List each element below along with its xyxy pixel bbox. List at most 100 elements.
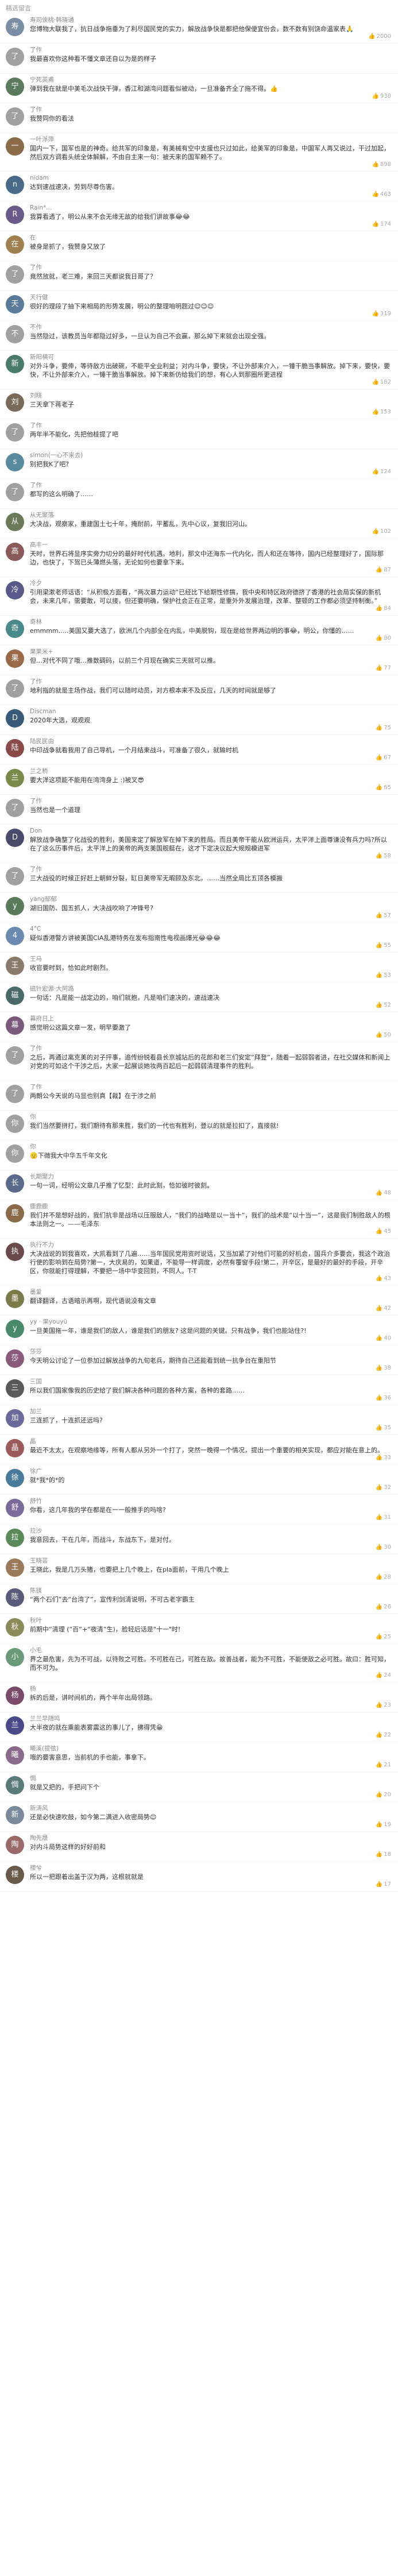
- like-button[interactable]: 👍 26: [376, 1604, 391, 1610]
- avatar[interactable]: y: [6, 897, 24, 915]
- like-button[interactable]: 👍 52: [376, 1002, 391, 1008]
- comment-username[interactable]: 王马: [30, 956, 392, 963]
- avatar[interactable]: 曦: [6, 1746, 24, 1765]
- comment-username[interactable]: 了作: [30, 798, 392, 805]
- avatar[interactable]: 了: [6, 1046, 24, 1065]
- avatar[interactable]: 三: [6, 1379, 24, 1398]
- comment-username[interactable]: 小毛: [30, 1647, 392, 1654]
- like-button[interactable]: 👍 21: [376, 1762, 391, 1768]
- avatar[interactable]: 小: [6, 1648, 24, 1666]
- comment-username[interactable]: 新涛风: [30, 1805, 392, 1812]
- like-button[interactable]: 👍 938: [372, 93, 391, 99]
- avatar[interactable]: 拉: [6, 1529, 24, 1547]
- avatar[interactable]: 陆: [6, 739, 24, 757]
- like-button[interactable]: 👍 463: [372, 191, 391, 198]
- like-button[interactable]: 👍 182: [372, 379, 391, 385]
- avatar[interactable]: 秋: [6, 1618, 24, 1637]
- comment-username[interactable]: Rain*...: [30, 204, 392, 212]
- comment-username[interactable]: 加兰: [30, 1408, 392, 1415]
- comment-username[interactable]: 了作: [30, 47, 392, 54]
- like-button[interactable]: 👍 55: [376, 942, 391, 949]
- avatar[interactable]: 在: [6, 235, 24, 254]
- avatar[interactable]: 加: [6, 1409, 24, 1428]
- avatar[interactable]: 楼: [6, 1866, 24, 1884]
- avatar[interactable]: 兰: [6, 769, 24, 787]
- comment-username[interactable]: 莎莎: [30, 1348, 392, 1356]
- like-button[interactable]: 👍 31: [376, 1514, 391, 1521]
- avatar[interactable]: 执: [6, 1243, 24, 1261]
- avatar[interactable]: 了: [6, 483, 24, 501]
- comment-username[interactable]: 墨爱: [30, 1289, 392, 1296]
- like-button[interactable]: 👍 58: [376, 853, 391, 859]
- like-button[interactable]: 👍 36: [376, 1395, 391, 1401]
- like-button[interactable]: 👍 319: [372, 311, 391, 317]
- avatar[interactable]: 惆: [6, 1776, 24, 1794]
- comment-username[interactable]: 你: [30, 1143, 392, 1151]
- like-button[interactable]: 👍 57: [376, 912, 391, 919]
- comment-username[interactable]: Don: [30, 827, 392, 835]
- comment-username[interactable]: 了作: [30, 264, 392, 272]
- comment-username[interactable]: 寿司侠桃·韩晓通: [30, 17, 392, 24]
- avatar[interactable]: 天: [6, 295, 24, 314]
- comment-username[interactable]: nidam: [30, 175, 392, 182]
- avatar[interactable]: 了: [6, 265, 24, 284]
- avatar[interactable]: 兰: [6, 1716, 24, 1735]
- avatar[interactable]: 寿: [6, 18, 24, 36]
- like-button[interactable]: 👍 153: [372, 409, 391, 415]
- like-button[interactable]: 👍 40: [376, 1335, 391, 1341]
- comment-username[interactable]: 兰之桥: [30, 768, 392, 775]
- avatar[interactable]: 陶: [6, 1836, 24, 1854]
- comment-username[interactable]: 陈镁: [30, 1587, 392, 1595]
- comment-username[interactable]: 幕府日上: [30, 1015, 392, 1023]
- like-button[interactable]: 👍 23: [376, 1702, 391, 1708]
- comment-username[interactable]: yang郁郁: [30, 896, 392, 903]
- comment-username[interactable]: 晶: [30, 1438, 392, 1445]
- like-button[interactable]: 👍 17: [376, 1881, 391, 1887]
- comment-username[interactable]: 了作: [30, 106, 392, 114]
- comment-username[interactable]: 宁死英甫: [30, 76, 392, 84]
- comment-username[interactable]: 从无聚落: [30, 512, 392, 519]
- avatar[interactable]: D: [6, 829, 24, 847]
- avatar[interactable]: y: [6, 1320, 24, 1338]
- like-button[interactable]: 👍 48: [376, 1190, 391, 1196]
- comment-username[interactable]: 了作: [30, 1045, 392, 1053]
- avatar[interactable]: 新: [6, 1806, 24, 1824]
- like-button[interactable]: 👍 80: [376, 635, 391, 641]
- avatar[interactable]: 果: [6, 649, 24, 668]
- like-button[interactable]: 👍 19: [376, 1821, 391, 1828]
- like-button[interactable]: 👍 124: [372, 469, 391, 475]
- avatar[interactable]: 了: [6, 107, 24, 126]
- like-button[interactable]: 👍 35: [376, 1425, 391, 1431]
- avatar[interactable]: 王: [6, 1558, 24, 1577]
- like-button[interactable]: 👍 45: [376, 1228, 391, 1235]
- avatar[interactable]: 奇: [6, 620, 24, 638]
- like-button[interactable]: 👍 174: [372, 221, 391, 227]
- like-button[interactable]: 👍 2000: [368, 33, 391, 40]
- comment-username[interactable]: 楼兮: [30, 1865, 392, 1872]
- avatar[interactable]: 徐: [6, 1469, 24, 1487]
- avatar[interactable]: 了: [6, 423, 24, 442]
- avatar[interactable]: 新: [6, 355, 24, 373]
- comment-username[interactable]: 长期聚力: [30, 1173, 392, 1181]
- like-button[interactable]: 👍 25: [376, 1634, 391, 1640]
- comment-username[interactable]: 执行不力: [30, 1241, 392, 1249]
- like-button[interactable]: 👍 22: [376, 1732, 391, 1738]
- avatar[interactable]: 长: [6, 1174, 24, 1193]
- comment-username[interactable]: 了作: [30, 482, 392, 489]
- avatar[interactable]: 墨: [6, 1290, 24, 1308]
- avatar[interactable]: 陈: [6, 1588, 24, 1607]
- comment-username[interactable]: 王晓芸: [30, 1557, 392, 1565]
- comment-username[interactable]: 兰兰早随鸣: [30, 1715, 392, 1723]
- like-button[interactable]: 👍 898: [372, 161, 391, 168]
- comment-username[interactable]: 陶先晟: [30, 1835, 392, 1842]
- avatar[interactable]: 磁: [6, 987, 24, 1005]
- comment-username[interactable]: 杨: [30, 1685, 392, 1693]
- avatar[interactable]: 鹿: [6, 1204, 24, 1223]
- comment-username[interactable]: 曦溪(提弦): [30, 1745, 392, 1753]
- like-button[interactable]: 👍 67: [376, 755, 391, 761]
- comment-username[interactable]: 冷夕: [30, 580, 392, 587]
- avatar[interactable]: 刘: [6, 393, 24, 412]
- comment-username[interactable]: 果果米+: [30, 648, 392, 656]
- comment-username[interactable]: 一叶浮萍: [30, 136, 392, 144]
- comment-username[interactable]: 高丰一: [30, 541, 392, 549]
